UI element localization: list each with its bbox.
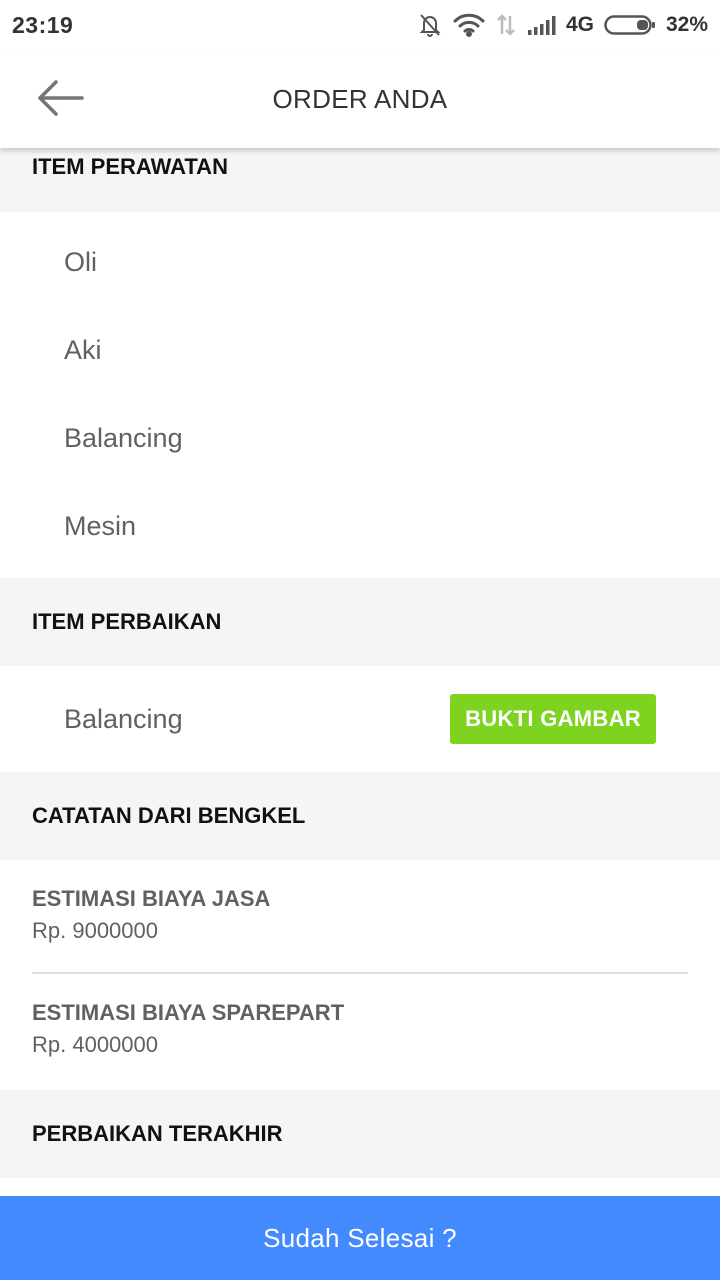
status-time: 23:19 xyxy=(12,11,74,38)
list-item: Mesin xyxy=(64,510,137,541)
estimate-jasa: ESTIMASI BIAYA JASA Rp. 9000000 xyxy=(0,886,720,944)
list-item: Balancing xyxy=(64,422,183,453)
signal-icon xyxy=(526,14,556,36)
repair-row: Balancing BUKTI GAMBAR xyxy=(0,666,720,772)
repair-item-label: Balancing xyxy=(64,703,183,734)
app-bar: ORDER ANDA xyxy=(0,50,720,148)
battery-percent: 32% xyxy=(665,13,708,36)
sudah-selesai-button[interactable]: Sudah Selesai ? xyxy=(0,1196,720,1280)
catatan-list: ESTIMASI BIAYA JASA Rp. 9000000 ESTIMASI… xyxy=(0,860,720,1090)
estimate-label: ESTIMASI BIAYA SPAREPART xyxy=(32,1000,345,1025)
section-header-perawatan: ITEM PERAWATAN xyxy=(0,148,720,212)
section-header-catatan: CATATAN DARI BENGKEL xyxy=(0,772,720,860)
estimate-sparepart: ESTIMASI BIAYA SPAREPART Rp. 4000000 xyxy=(0,974,720,1058)
status-icons: 4G 32% xyxy=(418,12,708,38)
list-item: Oli xyxy=(64,246,97,277)
data-arrows-icon xyxy=(496,13,516,37)
page-title: ORDER ANDA xyxy=(272,84,448,114)
bukti-gambar-button[interactable]: BUKTI GAMBAR xyxy=(450,694,656,744)
estimate-value: Rp. 9000000 xyxy=(32,918,158,943)
order-content[interactable]: ITEM PERAWATAN Oli Aki Balancing Mesin I… xyxy=(0,148,720,1196)
section-header-perbaikan: ITEM PERBAIKAN xyxy=(0,578,720,666)
network-type: 4G xyxy=(565,13,594,36)
estimate-value: Rp. 4000000 xyxy=(32,1032,158,1057)
estimate-label: ESTIMASI BIAYA JASA xyxy=(32,886,271,911)
list-item: Aki xyxy=(64,334,102,365)
status-bar: 23:19 4G 32% xyxy=(0,0,720,50)
wifi-icon xyxy=(452,13,486,37)
bell-off-icon xyxy=(418,12,442,38)
section-header-terakhir: PERBAIKAN TERAKHIR xyxy=(0,1090,720,1178)
battery-icon xyxy=(604,14,656,36)
perawatan-list: Oli Aki Balancing Mesin xyxy=(0,212,720,578)
